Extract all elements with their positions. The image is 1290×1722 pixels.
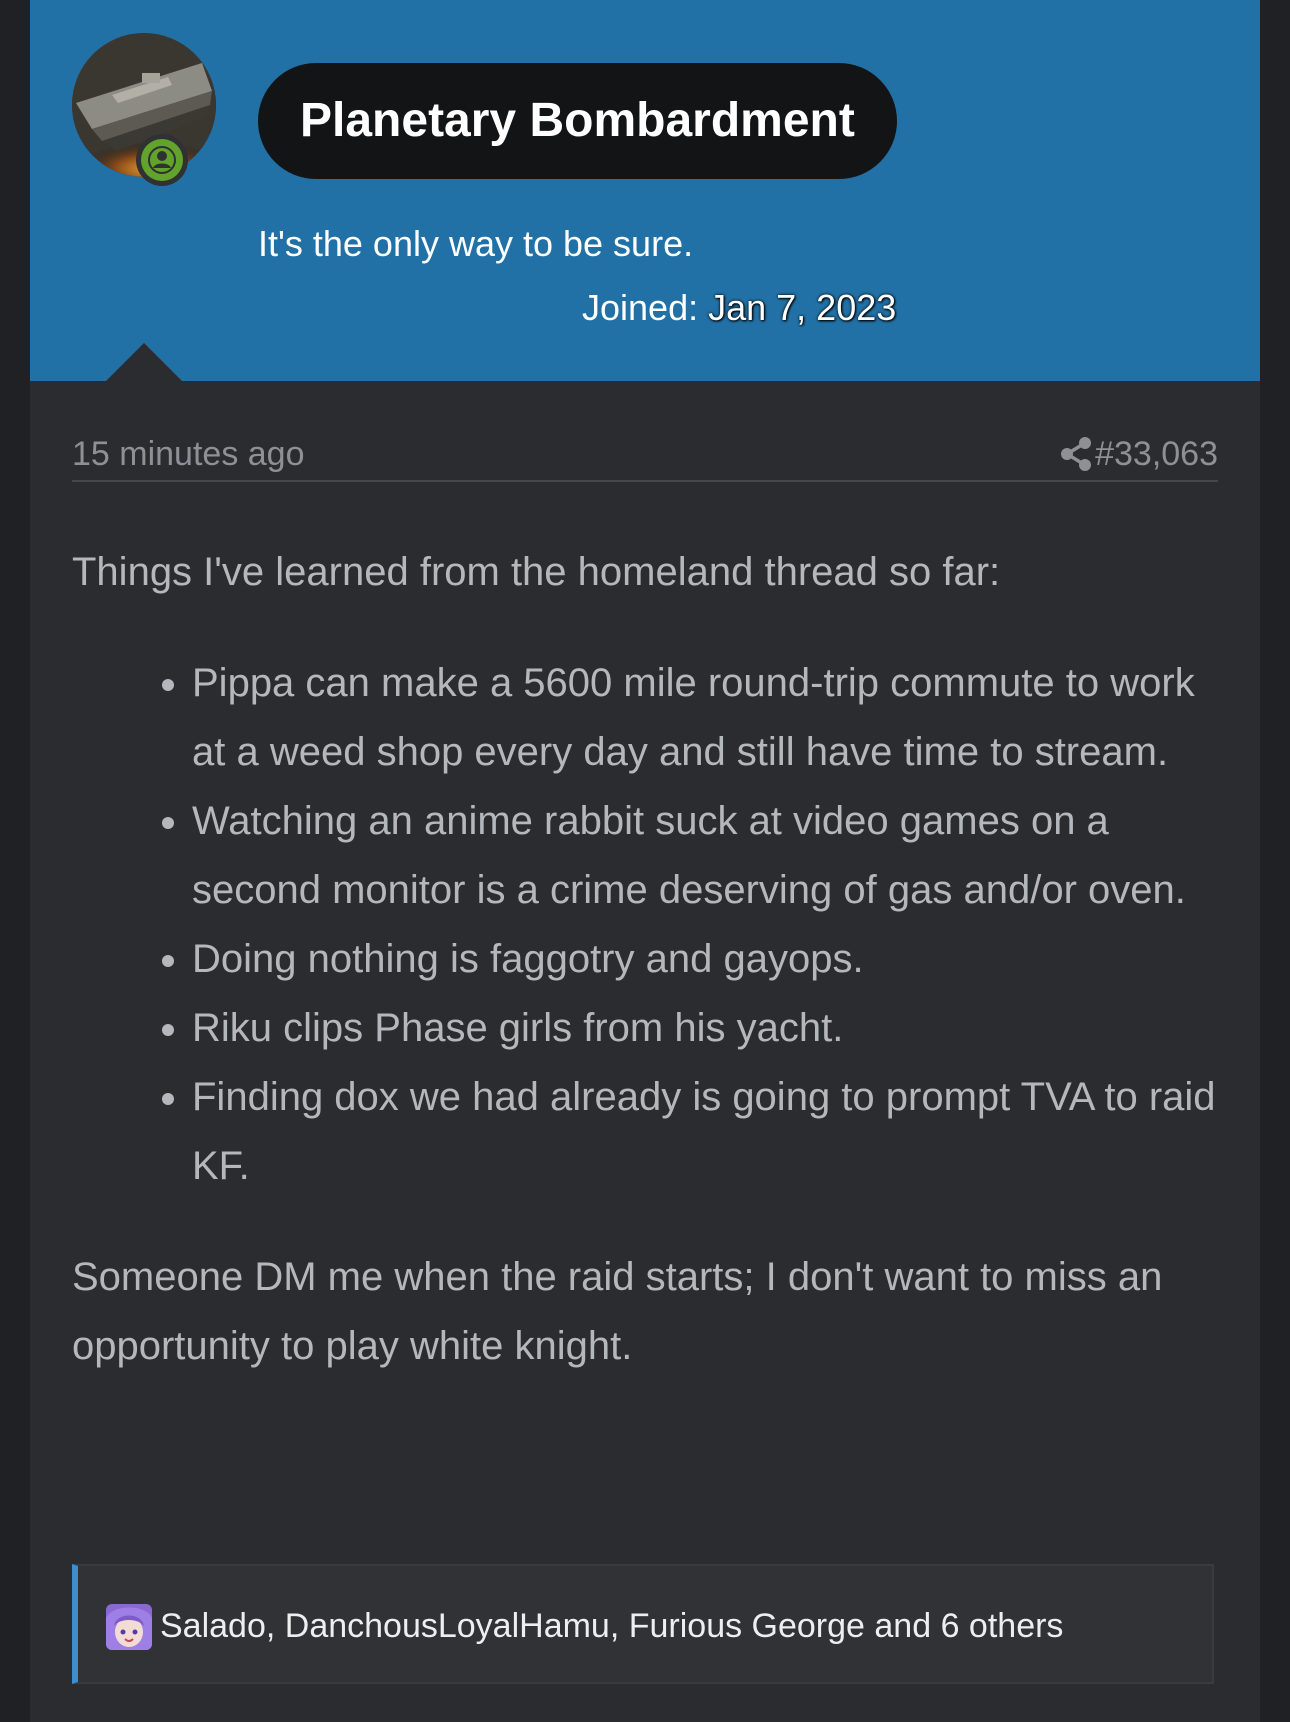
- post-container: Planetary Bombardment It's the only way …: [30, 0, 1260, 1722]
- list-item: Pippa can make a 5600 mile round-trip co…: [192, 649, 1222, 787]
- share-icon[interactable]: [1056, 434, 1096, 474]
- anime-girl-avatar: [106, 1604, 152, 1650]
- post-body: Things I've learned from the homeland th…: [72, 538, 1222, 1381]
- list-item: Watching an anime rabbit suck at video g…: [192, 787, 1222, 925]
- username[interactable]: Planetary Bombardment: [258, 63, 897, 179]
- post-meta: 15 minutes ago #33,063: [72, 428, 1218, 482]
- bullet-list: Pippa can make a 5600 mile round-trip co…: [72, 649, 1222, 1201]
- page: Planetary Bombardment It's the only way …: [0, 0, 1290, 1722]
- reactions-bar[interactable]: Salado, DanchousLoyalHamu, Furious Georg…: [72, 1564, 1214, 1684]
- list-item: Finding dox we had already is going to p…: [192, 1063, 1222, 1201]
- joined-info: Joined: Jan 7, 2023: [582, 286, 896, 330]
- post-outro: Someone DM me when the raid starts; I do…: [72, 1255, 1163, 1368]
- post-timestamp[interactable]: 15 minutes ago: [72, 428, 305, 480]
- joined-date: Jan 7, 2023: [708, 287, 897, 328]
- user-header: Planetary Bombardment It's the only way …: [30, 0, 1260, 381]
- joined-label: Joined:: [582, 287, 699, 328]
- online-user-icon: [141, 139, 183, 181]
- post-intro: Things I've learned from the homeland th…: [72, 550, 1001, 594]
- online-status-badge: [136, 134, 188, 186]
- header-pointer: [106, 343, 182, 381]
- list-item: Doing nothing is faggotry and gayops.: [192, 925, 1222, 994]
- reaction-users[interactable]: Salado, DanchousLoyalHamu, Furious Georg…: [160, 1566, 1063, 1686]
- list-item: Riku clips Phase girls from his yacht.: [192, 994, 1222, 1063]
- post-number[interactable]: #33,063: [1095, 428, 1218, 480]
- user-title: It's the only way to be sure.: [258, 223, 694, 264]
